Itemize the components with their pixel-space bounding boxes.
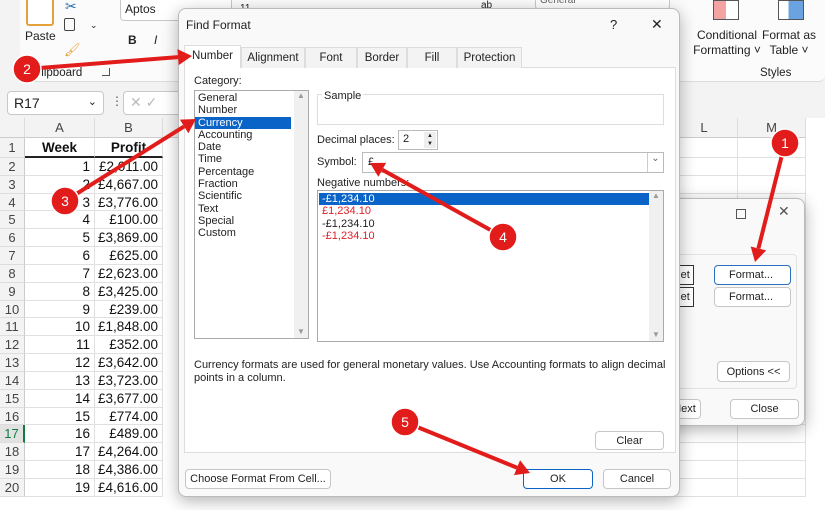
annotation-number: 3 [61, 193, 69, 209]
annotation-arrow [63, 124, 186, 203]
arrowhead [750, 246, 767, 262]
annotation-arrow [26, 55, 179, 71]
annotation-arrow [756, 142, 787, 249]
arrowhead [177, 49, 192, 66]
annotation-number: 2 [23, 61, 31, 77]
annotation-number: 4 [499, 229, 507, 245]
annotation-number: 1 [781, 135, 789, 151]
annotation-arrow [381, 168, 504, 239]
annotation-overlay: 1 2 3 4 5 [12, 49, 800, 476]
annotation-arrow [404, 420, 518, 470]
annotation-number: 5 [401, 414, 409, 430]
